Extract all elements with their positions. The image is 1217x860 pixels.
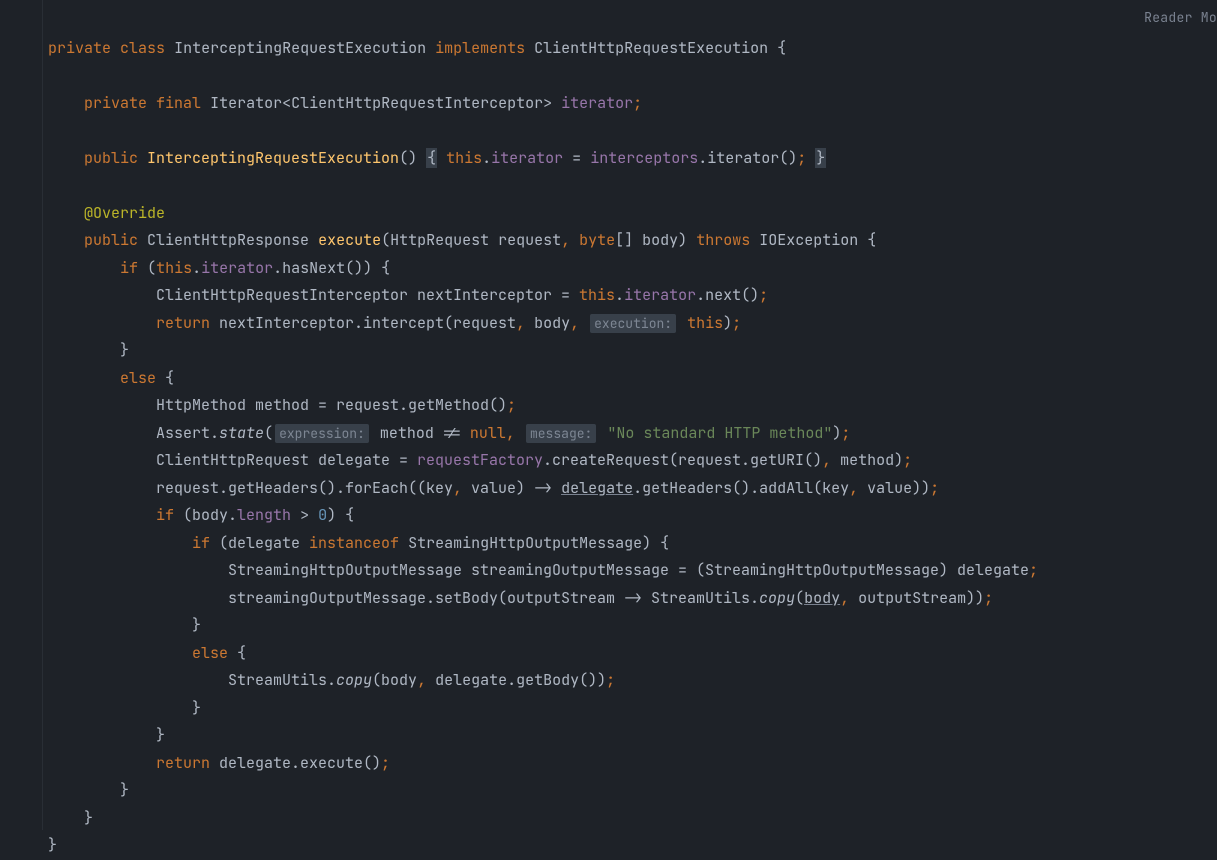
reader-mode-label[interactable]: Reader Mo bbox=[1144, 4, 1217, 32]
code-line: } bbox=[48, 340, 129, 360]
code-line: HttpMethod method = request.getMethod(); bbox=[48, 395, 516, 415]
code-line: private class InterceptingRequestExecuti… bbox=[48, 38, 786, 58]
code-line: else { bbox=[48, 368, 174, 388]
code-line: StreamingHttpOutputMessage streamingOutp… bbox=[48, 560, 1038, 580]
code-line: } bbox=[48, 808, 93, 828]
param-hint: expression: bbox=[275, 424, 369, 443]
code-line: } bbox=[48, 725, 165, 745]
code-line: public ClientHttpResponse execute(HttpRe… bbox=[48, 230, 876, 250]
code-line: StreamUtils.copy(body, delegate.getBody(… bbox=[48, 670, 615, 690]
code-line: @Override bbox=[48, 203, 165, 223]
code-line: request.getHeaders().forEach((key, value… bbox=[48, 478, 939, 498]
code-line: Assert.state(expression: method != null,… bbox=[48, 423, 850, 443]
code-line: else { bbox=[48, 643, 246, 663]
code-line: } bbox=[48, 615, 201, 635]
code-line: return delegate.execute(); bbox=[48, 753, 390, 773]
fold-guide bbox=[42, 0, 43, 830]
code-line: if (delegate instanceof StreamingHttpOut… bbox=[48, 533, 669, 553]
gutter bbox=[0, 0, 10, 830]
code-line: return nextInterceptor.intercept(request… bbox=[48, 313, 741, 333]
code-editor[interactable]: private class InterceptingRequestExecuti… bbox=[48, 7, 1038, 860]
code-line: if (body.length > 0) { bbox=[48, 505, 354, 525]
code-line: } bbox=[48, 835, 57, 855]
param-hint: message: bbox=[526, 424, 596, 443]
code-line: if (this.iterator.hasNext()) { bbox=[48, 258, 390, 278]
code-line: streamingOutputMessage.setBody(outputStr… bbox=[48, 588, 993, 608]
code-line: private final Iterator<ClientHttpRequest… bbox=[48, 93, 642, 113]
code-line: } bbox=[48, 780, 129, 800]
code-line: ClientHttpRequest delegate = requestFact… bbox=[48, 450, 912, 470]
param-hint: execution: bbox=[590, 314, 676, 333]
code-line: } bbox=[48, 698, 201, 718]
code-line: public InterceptingRequestExecution() { … bbox=[48, 148, 826, 168]
code-line: ClientHttpRequestInterceptor nextInterce… bbox=[48, 285, 768, 305]
